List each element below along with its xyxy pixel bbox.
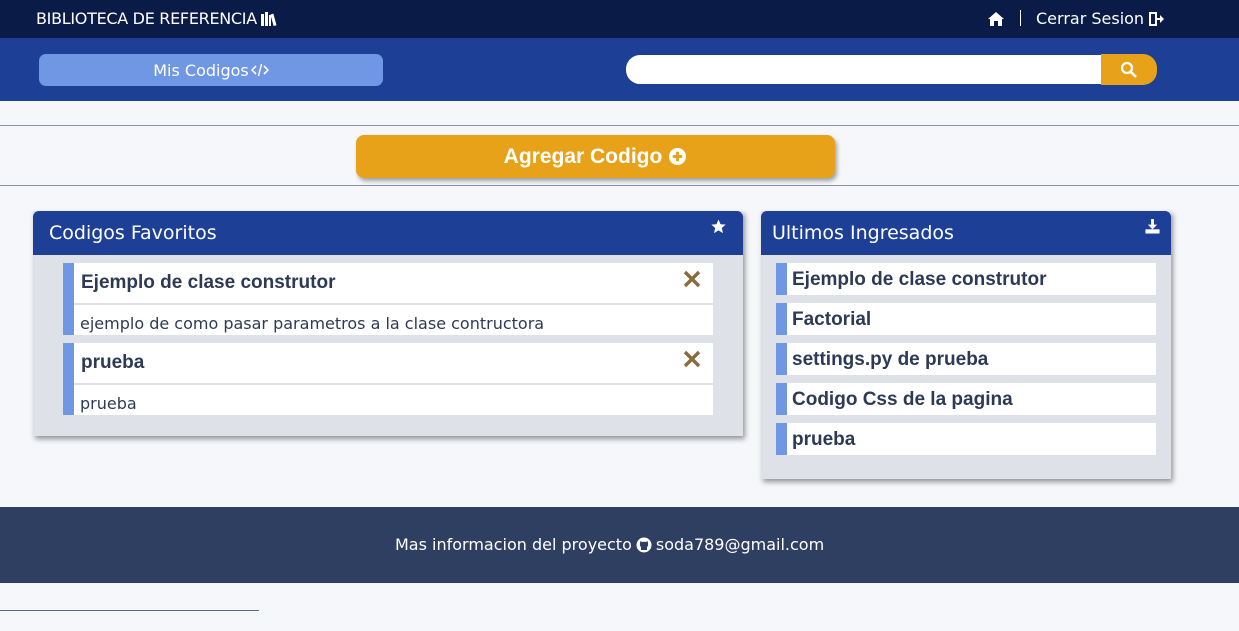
star-icon[interactable]: [711, 219, 726, 234]
favorite-card: prueba prueba: [63, 343, 713, 415]
divider-bottom: [0, 185, 1239, 186]
remove-favorite-icon[interactable]: [682, 349, 702, 369]
top-bar: BIBLIOTECA DE REFERENCIA Cerrar Sesion: [0, 0, 1239, 38]
nav-bar: Mis Codigos: [0, 38, 1239, 101]
favorites-panel: Codigos Favoritos Ejemplo de clase const…: [33, 211, 743, 436]
books-icon: [260, 11, 277, 26]
favorite-title[interactable]: Ejemplo de clase construtor: [81, 272, 335, 294]
recent-item[interactable]: Factorial: [776, 303, 1156, 335]
recent-item-title: prueba: [792, 429, 856, 450]
home-icon[interactable]: [987, 10, 1005, 28]
favorite-description: prueba: [80, 394, 137, 413]
item-accent-bar: [776, 423, 787, 455]
favorite-description: ejemplo de como pasar parametros a la cl…: [80, 314, 545, 333]
header-divider: [1020, 10, 1021, 26]
logout-link[interactable]: Cerrar Sesion: [1036, 9, 1165, 28]
search-icon: [1120, 61, 1137, 78]
recent-title: Ultimos Ingresados: [772, 222, 954, 244]
download-icon[interactable]: [1145, 219, 1160, 234]
search-input[interactable]: [626, 55, 1102, 84]
recent-item-title: Factorial: [792, 309, 872, 330]
recent-panel: Ultimos Ingresados Ejemplo de clase cons…: [761, 211, 1171, 479]
footer-email[interactable]: soda789@gmail.com: [656, 535, 824, 554]
recent-item[interactable]: Ejemplo de clase construtor: [776, 263, 1156, 295]
recent-header: Ultimos Ingresados: [761, 211, 1171, 255]
card-accent-bar: [63, 263, 74, 335]
brand-title: BIBLIOTECA DE REFERENCIA: [36, 9, 257, 28]
recent-item-title: Codigo Css de la pagina: [792, 389, 1013, 410]
item-accent-bar: [776, 343, 787, 375]
card-divider: [74, 383, 713, 385]
item-accent-bar: [776, 303, 787, 335]
card-accent-bar: [63, 343, 74, 415]
sign-out-icon: [1149, 11, 1165, 26]
favorites-title: Codigos Favoritos: [49, 222, 217, 244]
remove-favorite-icon[interactable]: [682, 269, 702, 289]
card-divider: [74, 303, 713, 305]
add-code-label: Agregar Codigo: [503, 144, 663, 168]
divider-top: [0, 125, 1239, 126]
favorite-card: Ejemplo de clase construtor ejemplo de c…: [63, 263, 713, 335]
recent-item[interactable]: Codigo Css de la pagina: [776, 383, 1156, 415]
recent-item[interactable]: prueba: [776, 423, 1156, 455]
my-codes-label: Mis Codigos: [153, 60, 249, 80]
logout-label: Cerrar Sesion: [1036, 9, 1145, 28]
favorites-header: Codigos Favoritos: [33, 211, 743, 255]
footer-label: Mas informacion del proyecto: [395, 535, 632, 554]
brand[interactable]: BIBLIOTECA DE REFERENCIA: [36, 9, 277, 28]
add-code-button[interactable]: Agregar Codigo: [356, 135, 835, 178]
item-accent-bar: [776, 263, 787, 295]
footer-info: Mas informacion del proyecto soda789@gma…: [395, 535, 824, 554]
favorite-title[interactable]: prueba: [81, 352, 144, 374]
item-accent-bar: [776, 383, 787, 415]
recent-item-title: Ejemplo de clase construtor: [792, 269, 1047, 290]
plus-circle-icon: [669, 147, 687, 166]
github-icon[interactable]: [636, 537, 652, 553]
recent-item[interactable]: settings.py de prueba: [776, 343, 1156, 375]
footer: Mas informacion del proyecto soda789@gma…: [0, 507, 1239, 583]
recent-item-title: settings.py de prueba: [792, 349, 989, 370]
search-button[interactable]: [1101, 54, 1157, 85]
my-codes-button[interactable]: Mis Codigos: [39, 54, 383, 86]
code-icon: [250, 63, 269, 77]
bottom-divider: [0, 610, 259, 611]
